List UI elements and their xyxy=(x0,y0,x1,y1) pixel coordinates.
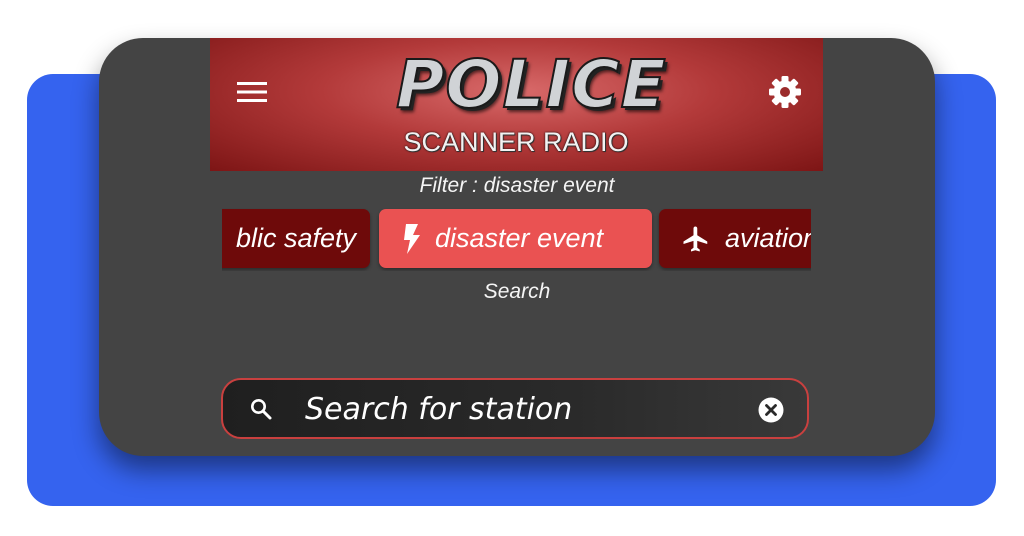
app-screen: POLICE SCANNER RADIO Filter : disaster e… xyxy=(99,38,935,456)
chip-aviation[interactable]: aviation xyxy=(659,209,811,268)
search-input[interactable] xyxy=(305,388,735,430)
hamburger-menu-icon[interactable] xyxy=(237,80,269,104)
lightning-icon xyxy=(404,223,420,254)
police-scanner-logo: POLICE SCANNER RADIO xyxy=(395,46,667,169)
search-box[interactable] xyxy=(221,378,809,439)
logo-title: POLICE xyxy=(395,46,667,123)
logo-subtitle: SCANNER RADIO xyxy=(403,127,629,157)
chip-label: aviation xyxy=(725,223,811,253)
search-section-label: Search xyxy=(483,280,551,303)
filter-label: Filter : disaster event xyxy=(419,174,615,197)
chip-label: blic safety xyxy=(235,223,356,253)
chip-public-safety[interactable]: blic safety xyxy=(222,209,370,268)
chip-disaster-event[interactable]: disaster event xyxy=(379,209,652,268)
clear-icon[interactable] xyxy=(758,397,784,423)
airplane-icon xyxy=(683,226,708,251)
search-icon[interactable] xyxy=(249,397,273,421)
category-chip-strip[interactable]: blic safety disaster event aviation xyxy=(222,208,811,271)
chip-label: disaster event xyxy=(435,223,604,253)
gear-icon[interactable] xyxy=(767,74,803,110)
app-header: POLICE SCANNER RADIO xyxy=(210,38,823,171)
